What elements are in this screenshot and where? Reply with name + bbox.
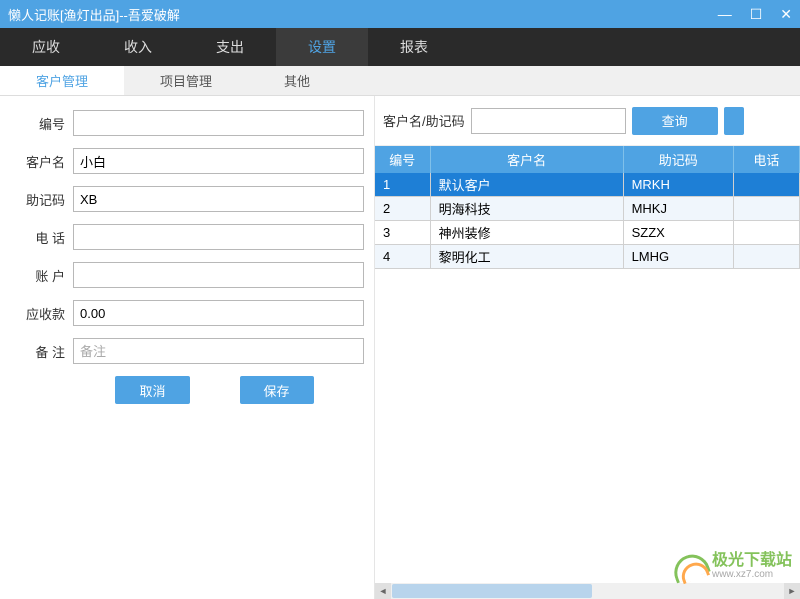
horizontal-scrollbar[interactable]: ◄ ► — [375, 583, 800, 599]
sub-tabs: 客户管理项目管理其他 — [0, 66, 800, 96]
content: 编号 客户名 助记码 电 话 账 户 应收款 备 注 取消 保存 — [0, 96, 800, 599]
sub-tab-0[interactable]: 客户管理 — [0, 66, 124, 95]
search-label: 客户名/助记码 — [383, 111, 465, 130]
table-cell — [733, 245, 799, 269]
input-code[interactable] — [73, 186, 364, 212]
window-controls: — ☐ ✕ — [718, 6, 792, 23]
label-code: 助记码 — [10, 190, 65, 209]
input-receivable[interactable] — [73, 300, 364, 326]
input-account[interactable] — [73, 262, 364, 288]
window-title: 懒人记账[渔灯出品]--吾爱破解 — [8, 5, 180, 24]
customer-table: 编号客户名助记码电话 1默认客户MRKH2明海科技MHKJ3神州装修SZZX4黎… — [375, 146, 800, 269]
table-header[interactable]: 助记码 — [623, 146, 733, 173]
scroll-thumb[interactable] — [392, 584, 592, 598]
table-cell: 神州装修 — [430, 221, 623, 245]
sub-tab-1[interactable]: 项目管理 — [124, 66, 248, 95]
input-id[interactable] — [73, 110, 364, 136]
table-cell: 黎明化工 — [430, 245, 623, 269]
table-cell: 3 — [375, 221, 430, 245]
label-tel: 电 话 — [10, 228, 65, 247]
form-panel: 编号 客户名 助记码 电 话 账 户 应收款 备 注 取消 保存 — [0, 96, 375, 599]
main-tab-3[interactable]: 设置 — [276, 28, 368, 66]
main-tabs: 应收收入支出设置报表 — [0, 28, 800, 66]
extra-button[interactable] — [724, 107, 744, 135]
main-tab-0[interactable]: 应收 — [0, 28, 92, 66]
search-row: 客户名/助记码 查询 — [375, 96, 800, 146]
scroll-right-icon[interactable]: ► — [784, 583, 800, 599]
table-row[interactable]: 3神州装修SZZX — [375, 221, 800, 245]
table-cell: 1 — [375, 173, 430, 197]
table-cell — [733, 221, 799, 245]
table-wrap[interactable]: 编号客户名助记码电话 1默认客户MRKH2明海科技MHKJ3神州装修SZZX4黎… — [375, 146, 800, 583]
sub-tab-2[interactable]: 其他 — [248, 66, 346, 95]
label-remark: 备 注 — [10, 342, 65, 361]
close-icon[interactable]: ✕ — [780, 6, 792, 23]
table-header[interactable]: 电话 — [733, 146, 799, 173]
table-cell: 默认客户 — [430, 173, 623, 197]
input-tel[interactable] — [73, 224, 364, 250]
table-cell — [733, 197, 799, 221]
table-cell: 明海科技 — [430, 197, 623, 221]
label-account: 账 户 — [10, 266, 65, 285]
input-name[interactable] — [73, 148, 364, 174]
table-header[interactable]: 编号 — [375, 146, 430, 173]
minimize-icon[interactable]: — — [718, 6, 732, 22]
main-tab-2[interactable]: 支出 — [184, 28, 276, 66]
maximize-icon[interactable]: ☐ — [750, 6, 763, 23]
table-cell: LMHG — [623, 245, 733, 269]
table-cell: SZZX — [623, 221, 733, 245]
table-row[interactable]: 1默认客户MRKH — [375, 173, 800, 197]
save-button[interactable]: 保存 — [240, 376, 314, 404]
list-panel: 客户名/助记码 查询 编号客户名助记码电话 1默认客户MRKH2明海科技MHKJ… — [375, 96, 800, 599]
table-cell: MHKJ — [623, 197, 733, 221]
table-cell: MRKH — [623, 173, 733, 197]
cancel-button[interactable]: 取消 — [115, 376, 189, 404]
main-tab-4[interactable]: 报表 — [368, 28, 460, 66]
titlebar: 懒人记账[渔灯出品]--吾爱破解 — ☐ ✕ — [0, 0, 800, 28]
input-remark[interactable] — [73, 338, 364, 364]
label-id: 编号 — [10, 114, 65, 133]
table-cell: 2 — [375, 197, 430, 221]
table-row[interactable]: 4黎明化工LMHG — [375, 245, 800, 269]
label-receivable: 应收款 — [10, 304, 65, 323]
table-cell: 4 — [375, 245, 430, 269]
search-button[interactable]: 查询 — [632, 107, 718, 135]
search-input[interactable] — [471, 108, 626, 134]
main-tab-1[interactable]: 收入 — [92, 28, 184, 66]
scroll-left-icon[interactable]: ◄ — [375, 583, 391, 599]
table-cell — [733, 173, 799, 197]
label-name: 客户名 — [10, 152, 65, 171]
table-row[interactable]: 2明海科技MHKJ — [375, 197, 800, 221]
table-header[interactable]: 客户名 — [430, 146, 623, 173]
